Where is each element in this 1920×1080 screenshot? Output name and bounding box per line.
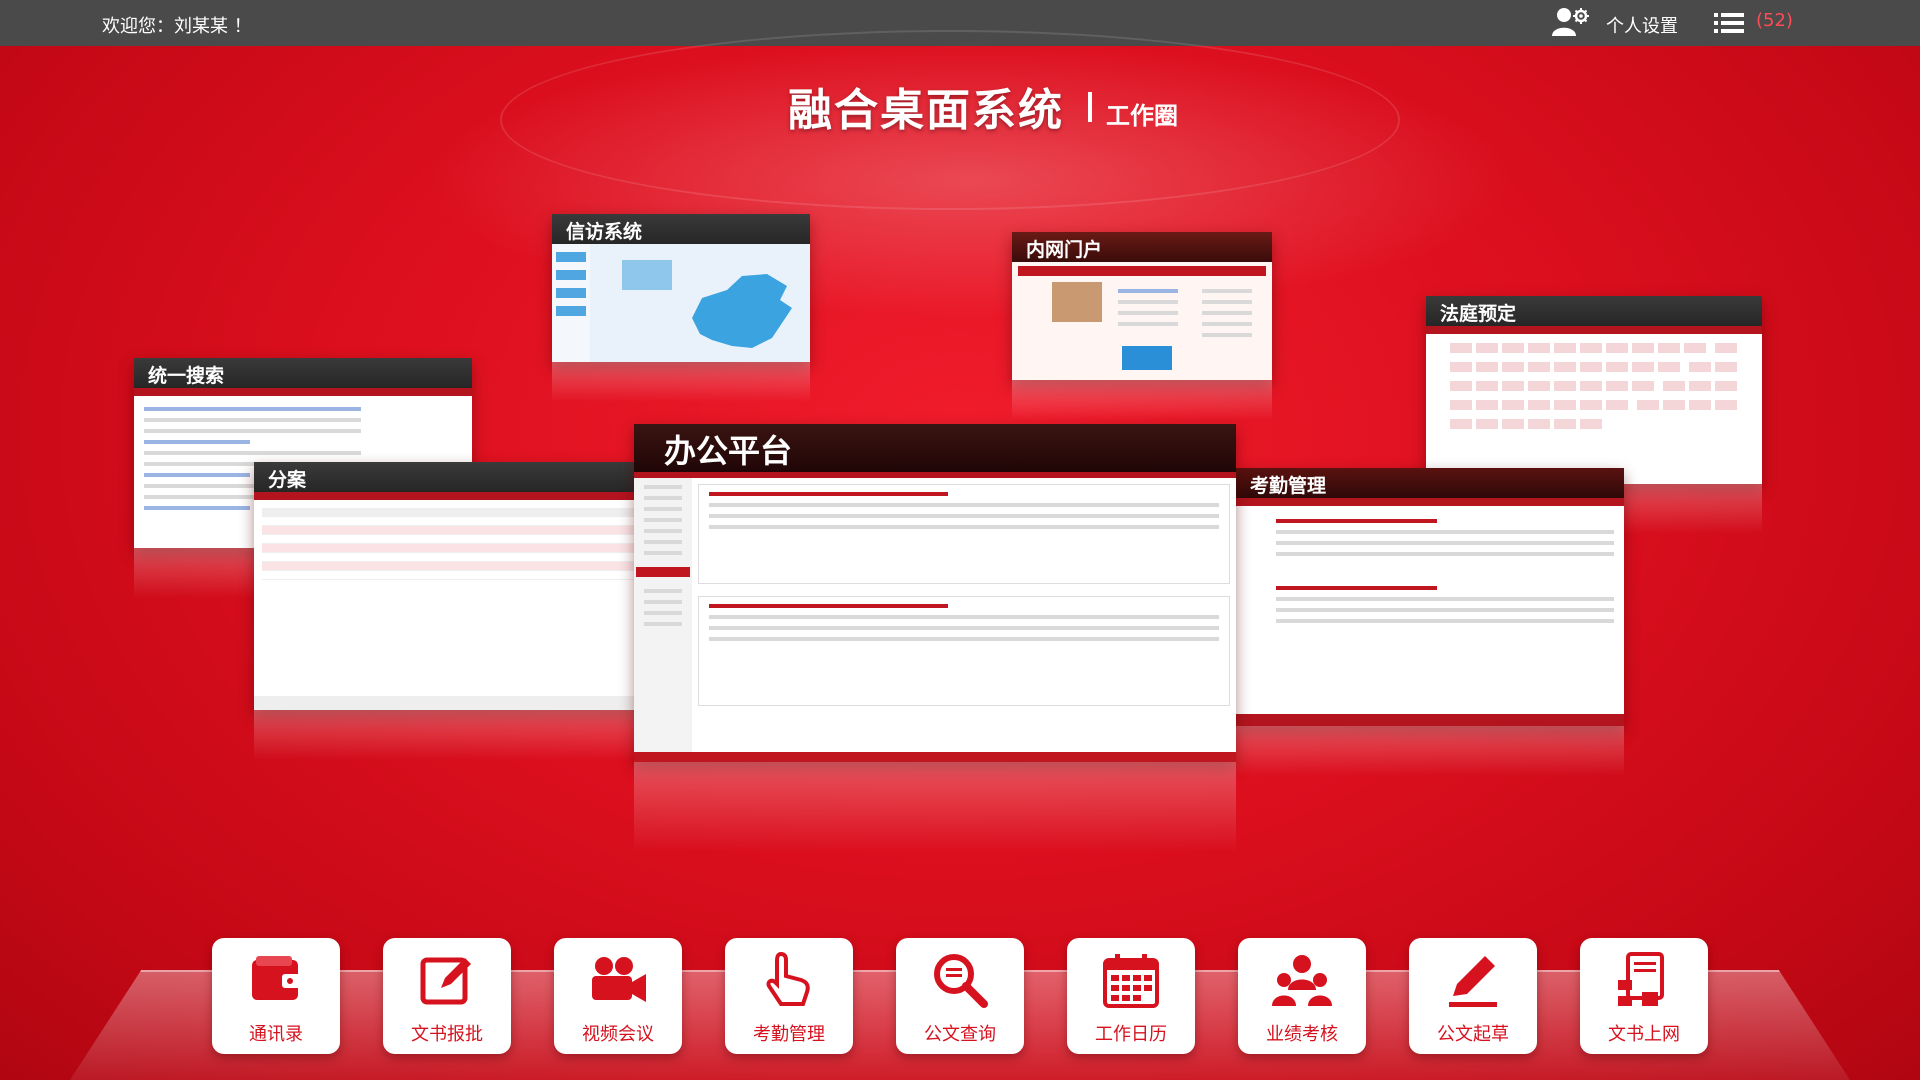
window-title: 内网门户 bbox=[1012, 232, 1272, 262]
news-photo bbox=[1052, 282, 1102, 322]
dock-item-document-online[interactable]: 文书上网 bbox=[1580, 938, 1708, 1054]
page-title: 融合桌面系统 bbox=[788, 85, 1064, 136]
window-reflection bbox=[254, 710, 642, 760]
dock-item-document-approval[interactable]: 文书报批 bbox=[383, 938, 511, 1054]
dock-item-video-meeting[interactable]: 视频会议 bbox=[554, 938, 682, 1054]
window-neiwang[interactable]: 内网门户 bbox=[1012, 232, 1272, 380]
user-settings-icon[interactable] bbox=[1550, 6, 1590, 38]
dock-item-performance[interactable]: 业绩考核 bbox=[1238, 938, 1366, 1054]
banner bbox=[1122, 346, 1172, 370]
video-camera-icon bbox=[592, 957, 646, 1002]
window-bangong[interactable]: 办公平台 bbox=[634, 424, 1236, 762]
window-reflection bbox=[552, 362, 810, 402]
window-fenan[interactable]: 分案 bbox=[254, 462, 642, 710]
dock-label: 文书报批 bbox=[411, 1024, 483, 1045]
dock-item-document-draft[interactable]: 公文起草 bbox=[1409, 938, 1537, 1054]
users-icon bbox=[1272, 955, 1332, 1006]
window-title: 信访系统 bbox=[552, 214, 810, 244]
menu-list-icon[interactable] bbox=[1714, 12, 1744, 34]
top-bar: 欢迎您：刘某某 ！ 个人设置 (52) bbox=[0, 0, 1920, 46]
dock-label: 通讯录 bbox=[249, 1024, 303, 1045]
window-title: 统一搜索 bbox=[134, 358, 472, 388]
window-fating[interactable]: 法庭预定 bbox=[1426, 296, 1762, 484]
window-kaoqin[interactable]: 考勤管理 bbox=[1236, 468, 1624, 726]
info-box bbox=[622, 260, 672, 290]
dock-label: 视频会议 bbox=[582, 1024, 654, 1045]
todo-panel bbox=[698, 484, 1230, 584]
dock-label: 工作日历 bbox=[1095, 1024, 1167, 1045]
wallet-icon bbox=[252, 956, 302, 1000]
china-map-icon bbox=[692, 274, 792, 348]
dock-item-document-search[interactable]: 公文查询 bbox=[896, 938, 1024, 1054]
window-reflection bbox=[1236, 726, 1624, 776]
dock-item-attendance[interactable]: 考勤管理 bbox=[725, 938, 853, 1054]
calendar-icon bbox=[1103, 954, 1159, 1008]
notification-count[interactable]: (52) bbox=[1756, 10, 1793, 31]
side-panel bbox=[552, 244, 590, 362]
sidebar bbox=[634, 478, 692, 762]
dock-item-contacts[interactable]: 通讯录 bbox=[212, 938, 340, 1054]
window-title: 分案 bbox=[254, 462, 642, 492]
dock-label: 考勤管理 bbox=[753, 1024, 825, 1045]
window-title: 法庭预定 bbox=[1426, 296, 1762, 326]
title-separator bbox=[1088, 92, 1092, 122]
pen-icon bbox=[1449, 956, 1497, 1007]
schedule-grid bbox=[1448, 340, 1756, 435]
window-title: 考勤管理 bbox=[1236, 468, 1624, 498]
tracking-panel bbox=[698, 596, 1230, 706]
dock-item-work-calendar[interactable]: 工作日历 bbox=[1067, 938, 1195, 1054]
window-reflection bbox=[1012, 380, 1272, 420]
dock-label: 公文起草 bbox=[1437, 1024, 1509, 1045]
window-xinfang[interactable]: 信访系统 bbox=[552, 214, 810, 362]
dock-label: 公文查询 bbox=[924, 1024, 996, 1045]
dock-label: 文书上网 bbox=[1608, 1024, 1680, 1045]
magnifier-icon bbox=[934, 954, 988, 1008]
welcome-text: 欢迎您：刘某某 ！ bbox=[102, 16, 252, 37]
window-title: 办公平台 bbox=[634, 424, 1236, 472]
hand-pointer-icon bbox=[766, 951, 810, 1006]
dock-label: 业绩考核 bbox=[1266, 1024, 1338, 1045]
edit-icon bbox=[420, 957, 471, 1005]
window-reflection bbox=[634, 762, 1236, 852]
page-subtitle: 工作圈 bbox=[1106, 102, 1178, 130]
document-network-icon bbox=[1618, 952, 1664, 1006]
personal-settings-link[interactable]: 个人设置 bbox=[1606, 12, 1678, 38]
